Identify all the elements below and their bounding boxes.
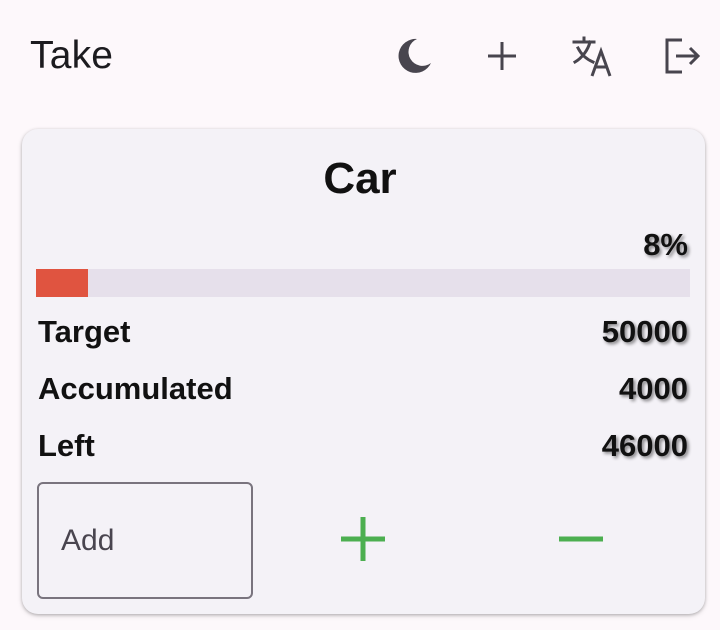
add-goal-button[interactable] (478, 32, 526, 80)
target-value: 50000 (601, 314, 688, 349)
progress-percent: 8% (643, 227, 688, 262)
logout-icon (662, 36, 702, 76)
minus-icon (557, 515, 605, 568)
amount-input[interactable] (37, 482, 253, 599)
translate-icon (570, 34, 614, 78)
theme-toggle-button[interactable] (390, 32, 438, 80)
language-button[interactable] (568, 32, 616, 80)
app-title: Take (30, 34, 114, 77)
accumulated-value: 4000 (619, 371, 688, 406)
increase-button[interactable] (323, 501, 403, 581)
accumulated-label: Accumulated (38, 371, 233, 406)
app-bar: Take (0, 0, 720, 112)
progress-bar (36, 269, 690, 297)
plus-icon (339, 515, 387, 568)
decrease-button[interactable] (541, 501, 621, 581)
plus-icon (485, 39, 519, 73)
logout-button[interactable] (658, 32, 706, 80)
left-label: Left (38, 428, 95, 463)
target-label: Target (38, 314, 131, 349)
left-value: 46000 (601, 428, 688, 463)
progress-bar-fill (36, 269, 89, 297)
moon-icon (394, 36, 434, 76)
goal-title: Car (323, 154, 397, 203)
